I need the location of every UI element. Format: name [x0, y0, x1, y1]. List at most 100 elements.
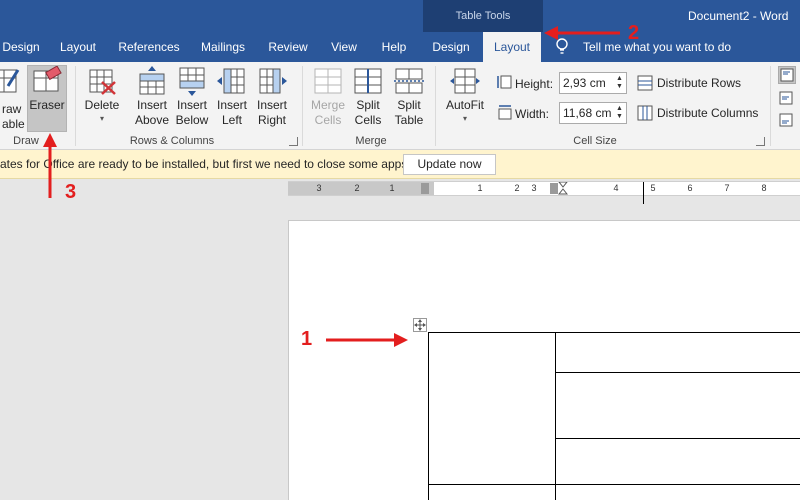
split-table-label-1: Split [397, 98, 421, 112]
merge-group-label: Merge [355, 135, 387, 147]
indent-marker-icon[interactable] [558, 182, 568, 196]
notification-message: ates for Office are ready to be installe… [0, 157, 411, 171]
ruler-label: 7 [724, 183, 730, 193]
update-now-button[interactable]: Update now [403, 154, 496, 175]
group-separator [302, 66, 303, 146]
chevron-down-icon: ▾ [99, 114, 104, 123]
autofit-button[interactable]: AutoFit ▾ [443, 66, 487, 125]
table-border-top [428, 332, 800, 333]
distribute-columns-label: Distribute Columns [657, 106, 759, 120]
insert-right-label-1: Insert [256, 98, 287, 112]
split-table-icon [394, 68, 424, 94]
ruler-label: 3 [316, 183, 322, 193]
split-table-button[interactable]: Split Table [389, 66, 429, 128]
group-separator [435, 66, 436, 146]
ribbon: raw able Eraser Draw Delete ▾ Insert Abo… [0, 62, 800, 150]
split-table-label-2: Table [394, 113, 424, 127]
merge-cells-label-2: Cells [314, 113, 342, 127]
distribute-columns-button[interactable]: Distribute Columns [637, 104, 777, 122]
table-move-handle[interactable] [413, 318, 427, 332]
table-row-divider [555, 372, 800, 373]
insert-below-label-1: Insert [176, 98, 207, 112]
table-tools-label: Table Tools [455, 10, 511, 22]
tab-references[interactable]: References [113, 32, 185, 62]
align-bottom-left-button[interactable] [778, 112, 796, 130]
insert-above-button[interactable]: Insert Above [131, 66, 173, 128]
annotation-number-2: 2 [628, 22, 640, 44]
insert-right-label-2: Right [257, 113, 286, 127]
tab-design[interactable]: Design [0, 32, 42, 62]
rows-columns-group-label: Rows & Columns [129, 135, 215, 147]
row-height-icon [497, 75, 512, 89]
ruler-column-marker[interactable] [421, 183, 429, 194]
eraser-button[interactable]: Eraser [27, 65, 67, 132]
merge-cells-icon [314, 68, 342, 94]
move-arrows-icon [414, 319, 426, 331]
ruler-label: 4 [613, 183, 619, 193]
align-top-left-button[interactable] [778, 66, 796, 84]
insert-left-label-1: Insert [216, 98, 247, 112]
horizontal-ruler[interactable]: 3 2 1 1 2 3 4 5 6 7 8 [288, 181, 800, 204]
delete-label: Delete [84, 98, 120, 112]
ruler-cursor-line [643, 182, 644, 204]
column-width-icon [498, 105, 512, 120]
annotation-number-3: 3 [65, 181, 77, 203]
split-cells-label-2: Cells [354, 113, 382, 127]
cell-size-group-label: Cell Size [573, 135, 617, 147]
tab-help[interactable]: Help [375, 32, 413, 62]
table-column-divider [555, 332, 556, 500]
insert-right-button[interactable]: Insert Right [252, 66, 292, 128]
group-separator [75, 66, 76, 146]
ruler-label: 1 [389, 183, 395, 193]
cell-size-launcher-icon[interactable] [756, 137, 765, 146]
distribute-rows-button[interactable]: Distribute Rows [637, 74, 767, 92]
draw-table-label-2: able [2, 117, 25, 131]
tab-table-layout[interactable]: Layout [483, 32, 541, 62]
ruler-label: 2 [514, 183, 520, 193]
tell-me-search[interactable]: Tell me what you want to do [583, 32, 731, 62]
ruler-label: 3 [531, 183, 537, 193]
tab-review[interactable]: Review [264, 32, 312, 62]
ruler-label: 2 [354, 183, 360, 193]
insert-below-label-2: Below [175, 113, 209, 127]
width-field[interactable]: 11,68 cm ▲ ▼ [559, 102, 627, 124]
document-title: Document2 - Word [688, 9, 789, 23]
merge-cells-button[interactable]: Merge Cells [308, 66, 348, 128]
height-field[interactable]: 2,93 cm ▲ ▼ [559, 72, 627, 94]
table-row-divider [555, 438, 800, 439]
tab-layout[interactable]: Layout [52, 32, 104, 62]
draw-table-icon [0, 69, 20, 93]
delete-table-icon [89, 69, 116, 95]
draw-table-button[interactable]: raw able [0, 66, 25, 131]
tab-mailings[interactable]: Mailings [196, 32, 250, 62]
insert-left-icon [217, 68, 245, 94]
spinner-arrows-icon[interactable]: ▲ ▼ [615, 75, 624, 91]
draw-group-label: Draw [13, 135, 39, 147]
width-value: 11,68 cm [563, 106, 612, 120]
document-page[interactable] [288, 220, 800, 500]
align-top-left-icon [780, 68, 794, 82]
split-cells-button[interactable]: Split Cells [348, 66, 388, 128]
insert-above-label-2: Above [134, 113, 170, 127]
annotation-number-1: 1 [301, 328, 313, 350]
eraser-label: Eraser [29, 98, 65, 112]
delete-button[interactable]: Delete ▾ [82, 66, 122, 125]
insert-below-button[interactable]: Insert Below [172, 66, 212, 128]
table-row-divider [428, 484, 800, 485]
autofit-icon [450, 68, 480, 94]
align-center-left-button[interactable] [778, 90, 796, 108]
insert-right-icon [259, 68, 287, 94]
insert-left-button[interactable]: Insert Left [212, 66, 252, 128]
rows-columns-launcher-icon[interactable] [289, 137, 298, 146]
height-value: 2,93 cm [563, 76, 606, 90]
distribute-rows-label: Distribute Rows [657, 76, 742, 90]
insert-above-icon [139, 66, 165, 95]
ruler-column-marker[interactable] [550, 183, 558, 194]
ruler-label: 8 [761, 183, 767, 193]
tab-table-design[interactable]: Design [426, 32, 476, 62]
split-cells-label-1: Split [356, 98, 380, 112]
spinner-arrows-icon[interactable]: ▲ ▼ [615, 105, 624, 121]
align-bottom-left-icon [779, 113, 793, 127]
tab-view[interactable]: View [324, 32, 364, 62]
distribute-columns-icon [637, 105, 653, 121]
